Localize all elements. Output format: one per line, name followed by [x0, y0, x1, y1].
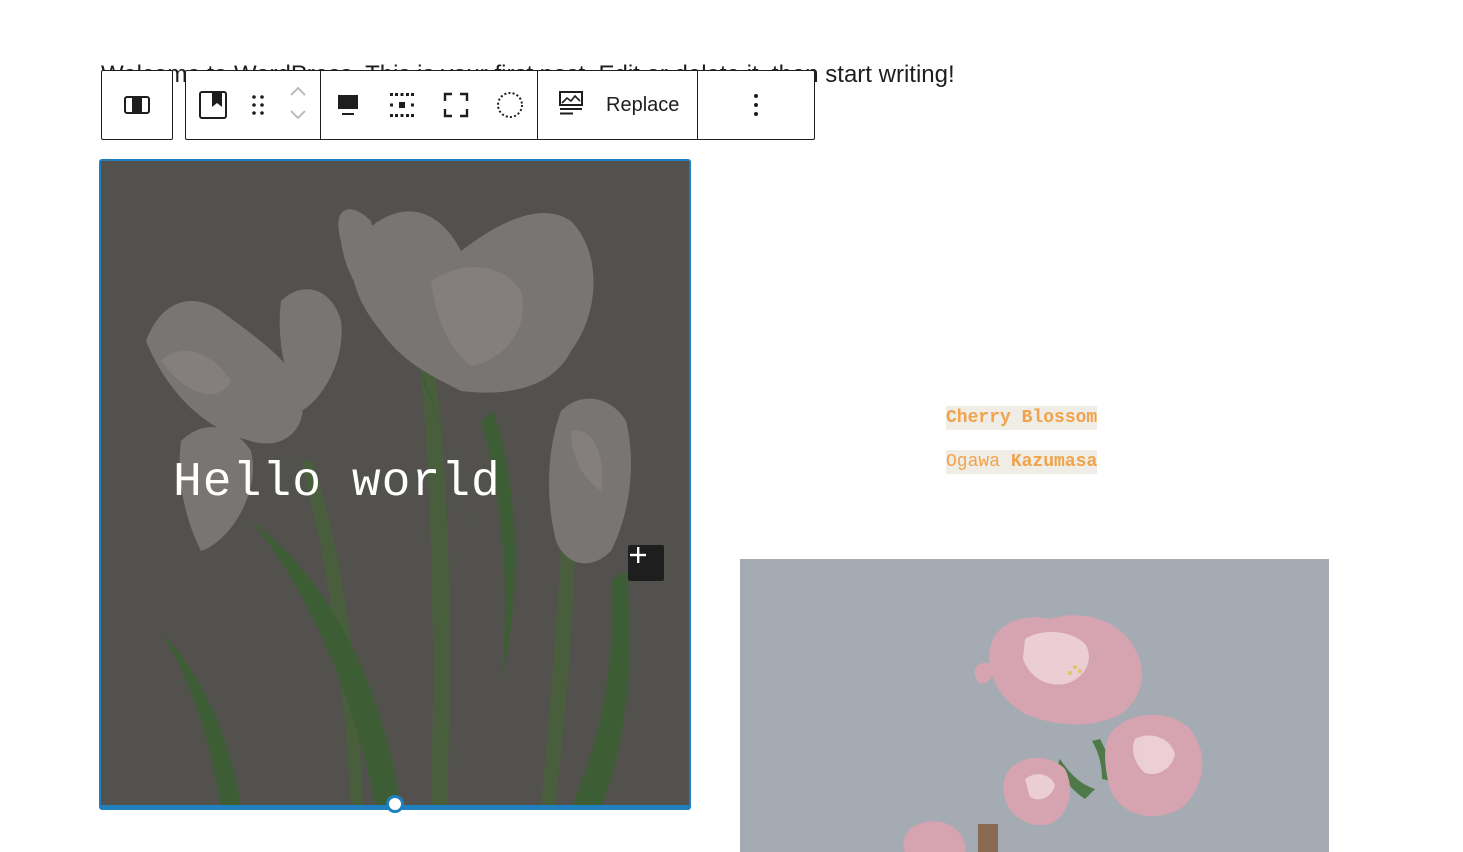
author-last-name: Kazumasa: [1010, 452, 1098, 472]
move-up-button[interactable]: [288, 84, 308, 102]
chevron-up-icon: [290, 86, 306, 96]
content-align-button[interactable]: [321, 71, 375, 139]
select-parent-button[interactable]: [110, 71, 164, 139]
replace-section: Replace: [537, 71, 697, 139]
cover-block-icon: [198, 90, 228, 120]
caption-author[interactable]: Ogawa Kazumasa: [946, 450, 1098, 474]
block-type-switcher[interactable]: [186, 71, 240, 139]
cherry-blossom-illustration: [740, 559, 1329, 852]
chevron-down-icon: [290, 110, 306, 120]
more-options-icon: [753, 93, 759, 117]
move-down-button[interactable]: [288, 108, 308, 126]
block-options-button[interactable]: [729, 71, 783, 139]
media-replace-icon: [558, 90, 584, 121]
full-height-toggle[interactable]: [429, 71, 483, 139]
full-height-icon: [443, 92, 469, 118]
replace-media-button[interactable]: Replace: [538, 71, 697, 139]
block-switcher-section: [186, 71, 320, 139]
cover-block[interactable]: Hello world: [99, 159, 691, 813]
duotone-circle-icon: [495, 90, 525, 120]
select-parent-toolbar: [101, 70, 173, 140]
content-position-icon: [335, 92, 361, 118]
drag-handle-icon: [251, 94, 265, 116]
author-first-name: Ogawa: [946, 452, 1001, 472]
columns-icon: [123, 93, 151, 117]
change-content-position-button[interactable]: [375, 71, 429, 139]
resize-handle[interactable]: [386, 795, 404, 813]
drag-handle[interactable]: [240, 71, 276, 139]
block-mover: [276, 71, 320, 139]
block-toolbar: Replace: [185, 70, 815, 140]
duotone-button[interactable]: [483, 71, 537, 139]
replace-label: Replace: [606, 93, 680, 116]
cover-background-image: Hello world: [101, 161, 689, 808]
add-block-button[interactable]: [628, 545, 664, 581]
cover-heading[interactable]: Hello world: [173, 453, 501, 513]
block-controls-section: [320, 71, 537, 139]
options-section: [697, 71, 814, 139]
editor-canvas: Welcome to WordPress. This is your first…: [0, 0, 1463, 852]
matrix-position-icon: [388, 91, 416, 119]
caption-title[interactable]: Cherry Blossom: [946, 406, 1098, 430]
cherry-blossom-image[interactable]: [740, 559, 1329, 852]
